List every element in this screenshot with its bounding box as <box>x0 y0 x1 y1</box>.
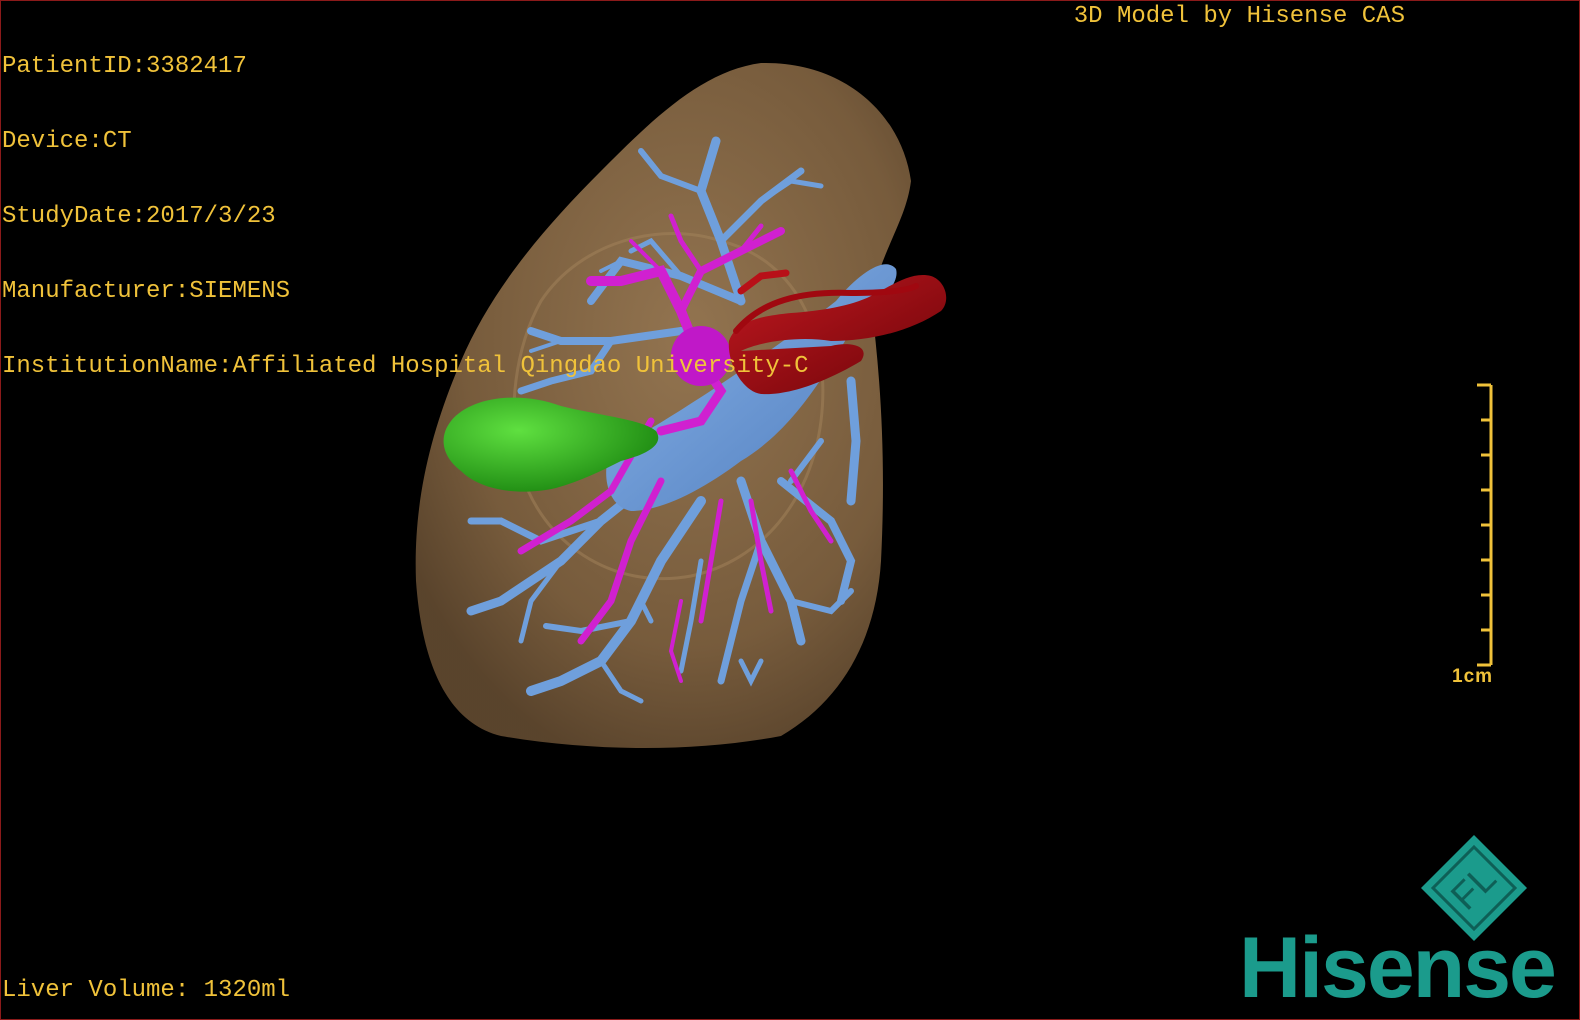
hisense-logo: Hisense <box>1239 920 1557 1016</box>
manufacturer-label: Manufacturer:SIEMENS <box>2 278 291 305</box>
liver-volume-label: Liver Volume: 1320ml <box>2 977 291 1004</box>
patient-id-label: PatientID:3382417 <box>2 53 247 80</box>
scale-bar <box>1477 383 1493 667</box>
study-date-label: StudyDate:2017/3/23 <box>2 203 276 230</box>
scale-label: 1cm <box>1452 666 1494 687</box>
institution-label: InstitutionName:Affiliated Hospital Qing… <box>2 353 809 380</box>
model-credit-label: 3D Model by Hisense CAS <box>1073 3 1405 30</box>
device-label: Device:CT <box>2 128 132 155</box>
3d-viewport[interactable]: PatientID:3382417 Device:CT StudyDate:20… <box>0 0 1580 1020</box>
dicom-info-block: PatientID:3382417 Device:CT StudyDate:20… <box>2 4 809 429</box>
